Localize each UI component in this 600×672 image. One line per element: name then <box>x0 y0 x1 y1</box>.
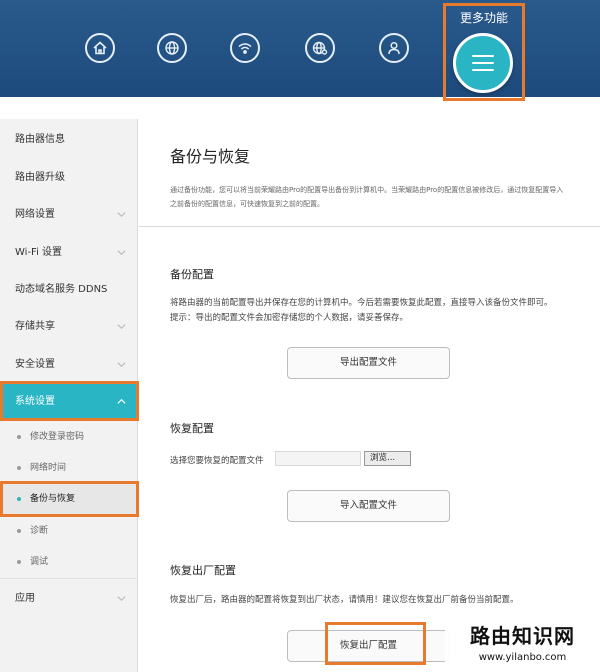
chevron-down-icon <box>117 250 126 256</box>
sidebar-subitem-debug[interactable]: 调试 <box>0 547 138 577</box>
chevron-up-icon <box>117 398 126 404</box>
factory-reset-button[interactable]: 恢复出厂配置 <box>287 630 450 662</box>
globe-settings-icon[interactable] <box>305 33 335 63</box>
menu-icon <box>472 50 494 76</box>
export-config-button[interactable]: 导出配置文件 <box>287 347 450 379</box>
chevron-down-icon <box>117 596 126 602</box>
section-divider <box>139 226 600 227</box>
restore-file-field[interactable] <box>275 451 361 466</box>
browse-button[interactable]: 浏览... <box>364 451 411 466</box>
factory-section-title: 恢复出厂配置 <box>170 564 236 577</box>
chevron-down-icon <box>117 212 126 218</box>
watermark-title: 路由知识网 <box>470 624 575 648</box>
sidebar-subitem-network-time[interactable]: 网络时间 <box>0 453 138 483</box>
page-description: 通过备份功能，您可以将当前荣耀路由Pro的配置导出备份到计算机中。当荣耀路由Pr… <box>170 186 564 208</box>
sidebar-item-apps[interactable]: 应用 <box>0 580 138 617</box>
home-icon[interactable] <box>85 33 115 63</box>
restore-section-title: 恢复配置 <box>170 422 214 435</box>
watermark: 路由知识网 www.yilanbo.com <box>445 612 600 672</box>
sidebar-divider <box>0 578 138 579</box>
import-config-button[interactable]: 导入配置文件 <box>287 490 450 522</box>
bullet-icon <box>17 466 21 470</box>
restore-file-label: 选择您要恢复的配置文件 <box>170 456 264 466</box>
bullet-icon <box>17 529 21 533</box>
sidebar-item-router-upgrade[interactable]: 路由器升级 <box>0 159 138 196</box>
bullet-icon <box>17 560 21 564</box>
bullet-icon <box>17 497 21 501</box>
globe-icon[interactable] <box>157 33 187 63</box>
bullet-icon <box>17 435 21 439</box>
more-functions-button[interactable] <box>453 33 513 93</box>
sidebar-item-ddns[interactable]: 动态域名服务 DDNS <box>0 271 138 308</box>
sidebar-item-router-info[interactable]: 路由器信息 <box>0 121 138 158</box>
sidebar-item-storage[interactable]: 存储共享 <box>0 308 138 345</box>
backup-description: 将路由器的当前配置导出并保存在您的计算机中。今后若需要恢复此配置，直接导入该备份… <box>170 298 553 308</box>
wifi-icon[interactable] <box>230 33 260 63</box>
sidebar-subitem-backup-restore[interactable]: 备份与恢复 <box>0 484 138 514</box>
more-functions-label: 更多功能 <box>459 11 508 25</box>
sidebar-item-network[interactable]: 网络设置 <box>0 196 138 233</box>
user-icon[interactable] <box>379 33 409 63</box>
sidebar-item-wifi[interactable]: Wi-Fi 设置 <box>0 234 138 271</box>
sidebar-subitem-change-password[interactable]: 修改登录密码 <box>0 422 138 452</box>
backup-section-title: 备份配置 <box>170 268 214 281</box>
sidebar-subitem-diagnose[interactable]: 诊断 <box>0 516 138 546</box>
watermark-url: www.yilanbo.com <box>478 652 567 663</box>
factory-description: 恢复出厂后，路由器的配置将恢复到出厂状态，请慎用！建议您在恢复出厂前备份当前配置… <box>170 595 519 605</box>
sidebar-item-system[interactable]: 系统设置 <box>0 383 138 420</box>
page-title: 备份与恢复 <box>170 147 251 166</box>
backup-tip: 提示：导出的配置文件会加密存储您的个人数据，请妥善保存。 <box>170 313 409 323</box>
chevron-down-icon <box>117 324 126 330</box>
top-header: 更多功能 <box>0 0 600 97</box>
sidebar-item-security[interactable]: 安全设置 <box>0 346 138 383</box>
chevron-down-icon <box>117 362 126 368</box>
